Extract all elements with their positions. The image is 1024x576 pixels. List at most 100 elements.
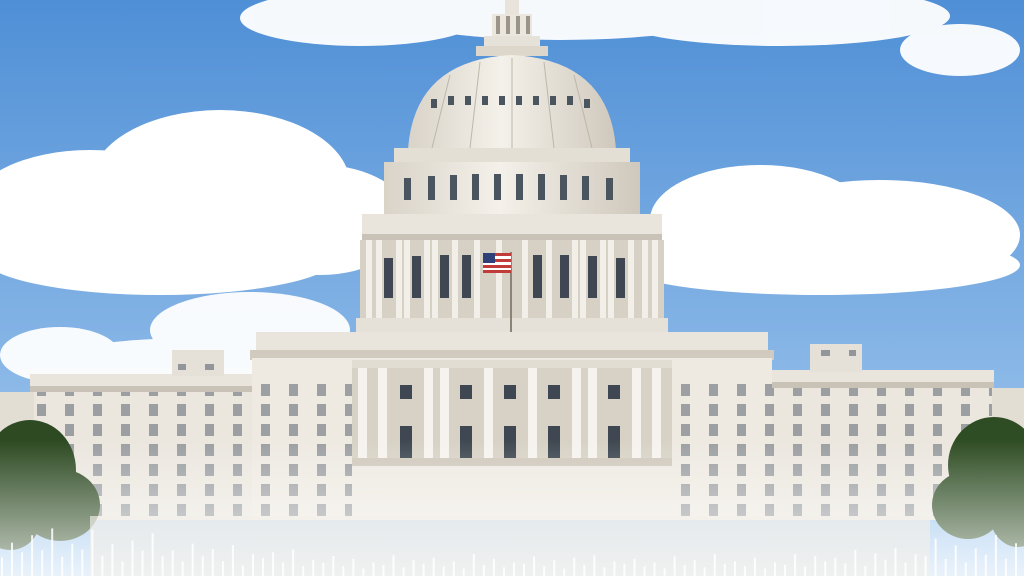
waveform-bar [362,568,365,576]
waveform-bar [944,558,947,576]
waveform-bar [503,567,505,576]
waveform-bar [492,558,495,576]
waveform-bar [302,566,305,576]
waveform-bar [61,556,64,576]
waveform-bar [874,553,877,576]
waveform-bar [834,557,837,576]
waveform-bar [332,556,335,576]
waveform-bar [211,549,214,576]
waveform-bar [663,568,666,576]
waveform-bar [713,554,716,576]
waveform-bar [191,543,194,576]
waveform-bar [573,557,576,576]
waveform-bar [221,561,224,576]
waveform-bar [934,538,937,576]
waveform-bar [894,548,897,576]
waveform-bar [51,528,54,576]
waveform-bar [764,568,766,576]
waveform-bar [643,566,646,576]
waveform-bar [683,565,686,576]
waveform-bar [523,563,525,576]
waveform-bar [382,565,385,576]
waveform-bar [231,545,234,576]
waveform-bar [272,552,275,576]
waveform-bar [733,561,736,576]
waveform-bar [322,562,325,576]
waveform-bar [161,556,164,576]
waveform-bar [854,549,857,576]
waveform-bar [603,567,606,576]
waveform-bar [553,560,556,576]
foreground-steps [90,516,930,576]
waveform-bar [262,558,264,576]
waveform-bar [422,563,425,576]
waveform-bar [924,555,927,576]
waveform-bar [312,559,315,576]
waveform-bar [432,557,435,576]
waveform-bar [984,554,987,576]
waveform-bar [121,561,124,576]
waveform-bar [151,533,154,576]
waveform-bar [563,568,566,576]
waveform-bar [513,562,515,576]
waveform-bar [904,562,907,576]
waveform-bar [784,564,787,576]
waveform-bar [884,559,887,576]
waveform-bar [31,535,34,576]
waveform-bar [292,549,295,576]
waveform-bar [412,560,415,576]
waveform-bar [774,562,776,576]
waveform-bar [372,562,375,576]
waveform-bar [703,567,706,576]
waveform-bar [864,565,867,576]
waveform-bar [252,554,254,576]
waveform-bar [954,545,957,576]
waveform-bar [693,560,696,576]
waveform-bar [452,561,455,576]
waveform-bar [352,558,355,576]
waveform-bar [392,555,395,576]
waveform-bar [974,548,977,576]
waveform-bar [201,556,204,576]
waveform-bar [804,566,807,576]
waveform-bar [41,550,44,576]
waveform-bar [583,565,586,576]
waveform-bar [342,566,345,576]
waveform-bar [482,565,485,576]
waveform-bar [131,540,134,576]
waveform-bar [402,567,405,576]
dome-upper-drum [384,162,640,216]
waveform-bar [673,556,676,576]
waveform-bar [282,562,285,576]
waveform-bar [181,561,184,576]
waveform-bar [472,554,475,576]
waveform-bar [794,553,797,576]
waveform-bar [141,550,144,576]
waveform-bar [1,557,3,576]
waveform-bar [824,561,827,576]
waveform-bar [241,565,244,576]
waveform-bar [964,562,967,576]
waveform-bar [994,535,997,576]
waveform-bar [1004,558,1007,576]
waveform-bar [111,543,114,576]
capitol-photo [0,0,1024,576]
capitol-scene [0,0,1024,576]
waveform-bar [613,561,616,576]
waveform-bar [101,555,104,576]
waveform-bar [743,566,746,576]
waveform-bar [593,555,596,576]
waveform-bar [442,566,445,576]
waveform-bar [11,542,13,576]
dome-upper-ledge [394,148,630,162]
waveform-bar [844,563,847,576]
waveform-bar [914,554,917,576]
waveform-bar [753,557,756,576]
waveform-bar [462,568,465,576]
waveform-bar [653,562,656,576]
waveform-bar [623,563,626,576]
waveform-bar [71,543,74,576]
waveform-bar [171,550,174,576]
waveform-bar [21,552,24,576]
waveform-bar [81,549,84,576]
